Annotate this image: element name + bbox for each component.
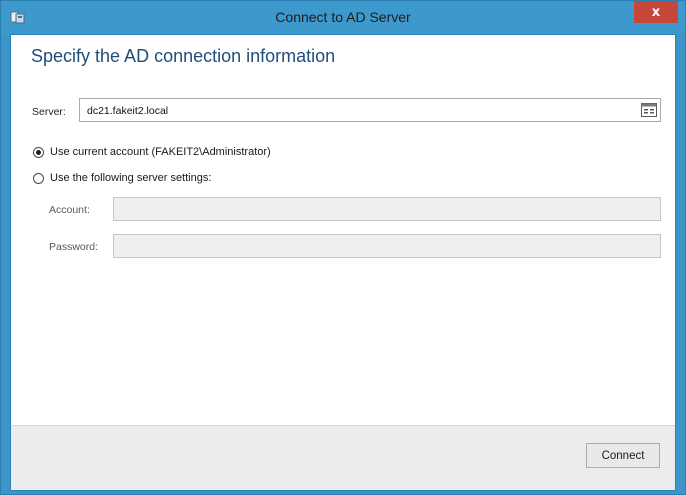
close-icon: x <box>651 4 661 20</box>
server-label: Server: <box>32 106 66 118</box>
current-account-label: Use current account (FAKEIT2\Administrat… <box>50 146 271 158</box>
dialog-window: Connect to AD Server x Specify the AD co… <box>0 0 686 495</box>
password-label: Password: <box>49 241 99 253</box>
server-value: dc21.fakeit2.local <box>87 105 169 117</box>
dialog-body: Specify the AD connection information Se… <box>10 34 676 491</box>
password-field[interactable] <box>113 234 661 258</box>
browse-icon[interactable] <box>641 103 657 117</box>
server-input[interactable]: dc21.fakeit2.local <box>79 98 661 122</box>
dialog-footer: Connect <box>11 425 675 490</box>
account-label: Account: <box>49 204 90 216</box>
connect-button[interactable]: Connect <box>586 443 660 468</box>
account-field[interactable] <box>113 197 661 221</box>
option-current-account[interactable]: Use current account (FAKEIT2\Administrat… <box>33 146 271 158</box>
dialog-heading: Specify the AD connection information <box>31 46 336 66</box>
title-bar[interactable]: Connect to AD Server x <box>1 1 685 34</box>
server-settings-radio[interactable] <box>33 172 44 184</box>
close-button[interactable]: x <box>634 1 678 23</box>
current-account-radio[interactable] <box>33 146 44 158</box>
server-settings-label: Use the following server settings: <box>50 172 212 184</box>
window-title: Connect to AD Server <box>275 9 411 25</box>
option-server-settings[interactable]: Use the following server settings: <box>33 172 211 184</box>
